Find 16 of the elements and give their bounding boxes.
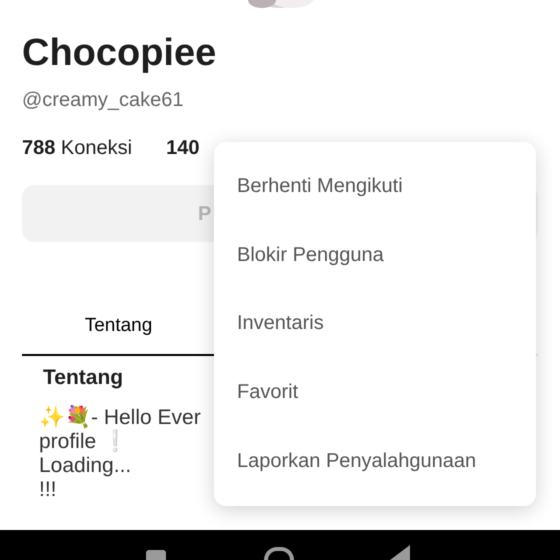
home-icon[interactable]: [264, 547, 294, 560]
bio-text: ✨💐- Hello Ever: [39, 406, 201, 430]
bio-text: profile ❕: [39, 430, 128, 454]
back-icon[interactable]: [390, 545, 410, 560]
bio-text: Loading...: [39, 454, 132, 478]
menu-item[interactable]: Favorit: [214, 358, 536, 426]
menu-item[interactable]: Laporkan Penyalahgunaan: [214, 426, 536, 495]
menu-item[interactable]: Berhenti Mengikuti: [214, 152, 536, 221]
profile-name: Chocopiee: [22, 31, 216, 75]
stat-text: 140: [166, 136, 200, 161]
menu-item[interactable]: Inventaris: [214, 289, 536, 358]
section-heading: Tentang: [43, 365, 124, 391]
stat-text: 788 Koneksi: [22, 136, 132, 161]
bio-text: !!!: [39, 478, 57, 502]
menu-item[interactable]: Blokir Pengguna: [214, 220, 536, 290]
username: @creamy_cake61: [22, 88, 184, 113]
